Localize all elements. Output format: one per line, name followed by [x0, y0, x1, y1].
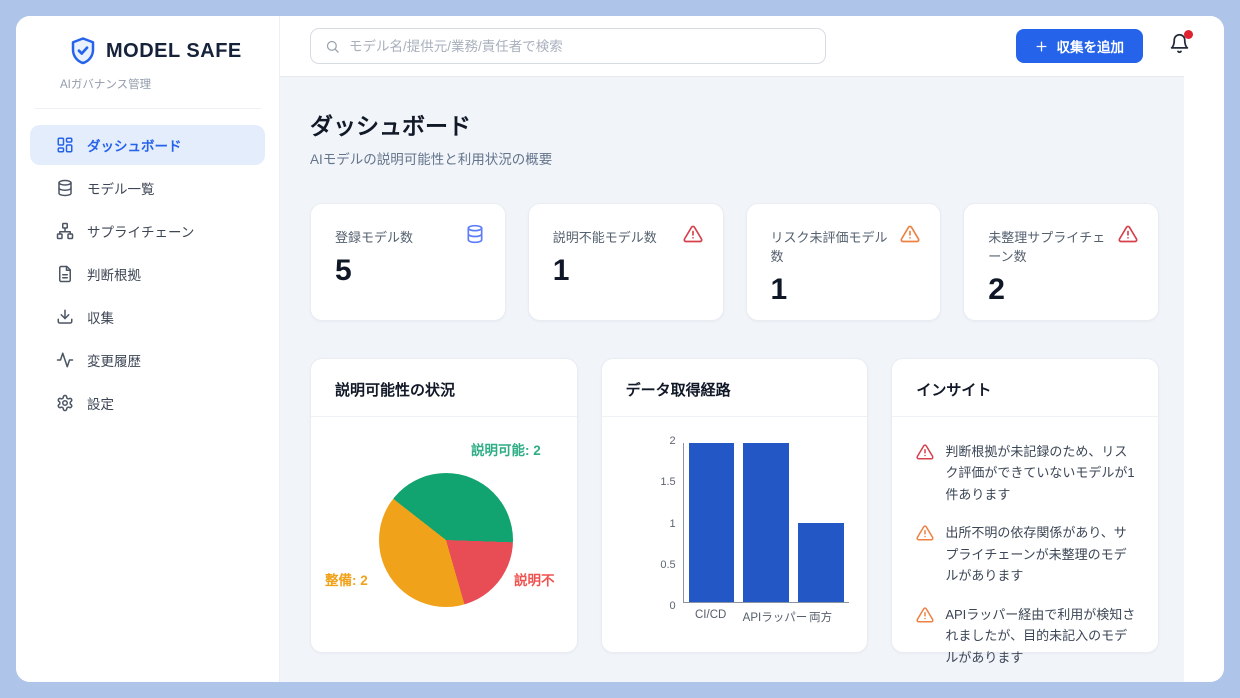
- stat-card-unorganized-supply-chains: 未整理サプライチェーン数 2: [963, 203, 1159, 321]
- insight-item: APIラッパー経由で利用が検知されましたが、目的未記入のモデルがあります: [916, 604, 1136, 668]
- desktop-background: MODEL SAFE AIガバナンス管理 ダッシュボード モデル一覧 サプライチ…: [0, 0, 1240, 698]
- shield-check-icon: [68, 36, 98, 66]
- charts-row: 説明可能性の状況 説明可能: 2 説明不 整備: 2 データ取得経路: [310, 358, 1159, 653]
- main-column: 収集を追加 ダッシュボード AIモデルの説明可能性と利用状況の概要 登録モデル数: [280, 16, 1224, 682]
- document-icon: [56, 265, 74, 283]
- search-input[interactable]: [349, 39, 811, 54]
- sidebar-item-dashboard[interactable]: ダッシュボード: [30, 125, 265, 165]
- sidebar-item-rationale[interactable]: 判断根拠: [30, 254, 265, 294]
- activity-icon: [56, 351, 74, 369]
- pie-chart: 説明可能: 2 説明不 整備: 2: [311, 417, 577, 652]
- page-subtitle: AIモデルの説明可能性と利用状況の概要: [310, 148, 1159, 168]
- bar: [743, 443, 789, 602]
- download-icon: [56, 308, 74, 326]
- card-title: インサイト: [916, 382, 991, 399]
- sidebar: MODEL SAFE AIガバナンス管理 ダッシュボード モデル一覧 サプライチ…: [16, 16, 280, 682]
- warning-icon: [916, 606, 934, 624]
- insight-item: 出所不明の依存関係があり、サプライチェーンが未整理のモデルがあります: [916, 522, 1136, 586]
- database-icon: [56, 179, 74, 197]
- network-icon: [56, 222, 74, 240]
- insight-list: 判断根拠が未記録のため、リスク評価ができていないモデルが1件あります 出所不明の…: [892, 417, 1158, 682]
- x-category-label: APIラッパー: [743, 609, 789, 625]
- stat-value: 2: [988, 273, 1138, 307]
- sidebar-nav: ダッシュボード モデル一覧 サプライチェーン 判断根拠 収集: [16, 109, 279, 423]
- insight-text: 出所不明の依存関係があり、サプライチェーンが未整理のモデルがあります: [945, 522, 1136, 586]
- y-tick-label: 1.5: [660, 476, 675, 488]
- stat-card-risk-unassessed-models: リスク未評価モデル数 1: [746, 203, 942, 321]
- stat-label: 説明不能モデル数: [553, 224, 657, 246]
- page-title: ダッシュボード: [310, 107, 1159, 141]
- pie-label-unexplainable: 説明不: [514, 569, 555, 589]
- data-acquisition-bar-card: データ取得経路 2 1.5 1 0.5 0 CI/CD APIラッパー両方: [601, 358, 869, 653]
- stat-label: リスク未評価モデル数: [771, 224, 901, 265]
- add-collection-label: 収集を追加: [1057, 36, 1125, 56]
- notification-dot: [1184, 30, 1193, 39]
- sidebar-item-label: ダッシュボード: [87, 135, 182, 155]
- bar-chart: 2 1.5 1 0.5 0 CI/CD APIラッパー両方: [602, 417, 868, 652]
- sidebar-item-label: 設定: [87, 393, 114, 413]
- stat-label: 未整理サプライチェーン数: [988, 224, 1118, 265]
- sidebar-header: MODEL SAFE AIガバナンス管理: [34, 16, 261, 109]
- stat-card-registered-models: 登録モデル数 5: [310, 203, 506, 321]
- sidebar-item-supply-chain[interactable]: サプライチェーン: [30, 211, 265, 251]
- card-title: 説明可能性の状況: [335, 382, 455, 399]
- sidebar-item-change-history[interactable]: 変更履歴: [30, 340, 265, 380]
- notification-bell[interactable]: [1169, 33, 1190, 59]
- x-category-label: 両方: [798, 609, 844, 625]
- x-axis-labels: CI/CD APIラッパー両方: [683, 609, 849, 625]
- sidebar-item-settings[interactable]: 設定: [30, 383, 265, 423]
- search-box: [310, 28, 826, 64]
- sidebar-item-label: サプライチェーン: [87, 221, 194, 241]
- stats-row: 登録モデル数 5 説明不能モデル数 1 リス: [310, 203, 1159, 321]
- pie-graphic: [379, 473, 513, 607]
- bar: [689, 443, 735, 602]
- app-subtitle: AIガバナンス管理: [60, 76, 261, 92]
- y-tick-label: 0: [670, 600, 676, 612]
- insights-card: インサイト 判断根拠が未記録のため、リスク評価ができていないモデルが1件あります…: [891, 358, 1159, 653]
- warning-icon: [916, 443, 934, 461]
- stat-label: 登録モデル数: [335, 224, 413, 246]
- stat-value: 1: [553, 254, 703, 288]
- insight-text: 判断根拠が未記録のため、リスク評価ができていないモデルが1件あります: [945, 441, 1136, 505]
- insight-item: 判断根拠が未記録のため、リスク評価ができていないモデルが1件あります: [916, 441, 1136, 505]
- warning-icon: [900, 224, 920, 244]
- app-window: MODEL SAFE AIガバナンス管理 ダッシュボード モデル一覧 サプライチ…: [16, 16, 1224, 682]
- y-tick-label: 0.5: [660, 559, 675, 571]
- y-tick-label: 1: [670, 518, 676, 530]
- search-icon: [325, 39, 340, 54]
- warning-icon: [1118, 224, 1138, 244]
- sidebar-item-label: モデル一覧: [87, 178, 155, 198]
- gear-icon: [56, 394, 74, 412]
- database-icon: [465, 224, 485, 244]
- pie-label-explainable: 説明可能: 2: [471, 439, 541, 459]
- stat-card-unexplainable-models: 説明不能モデル数 1: [528, 203, 724, 321]
- sidebar-item-models[interactable]: モデル一覧: [30, 168, 265, 208]
- card-title: データ取得経路: [626, 382, 731, 399]
- stat-value: 1: [771, 273, 921, 307]
- bar: [798, 523, 844, 603]
- insight-text: APIラッパー経由で利用が検知されましたが、目的未記入のモデルがあります: [945, 604, 1136, 668]
- warning-icon: [916, 524, 934, 542]
- explainability-pie-card: 説明可能性の状況 説明可能: 2 説明不 整備: 2: [310, 358, 578, 653]
- sidebar-item-collection[interactable]: 収集: [30, 297, 265, 337]
- x-category-label: CI/CD: [688, 609, 734, 625]
- pie-label-organized: 整備: 2: [325, 569, 368, 589]
- app-logo: MODEL SAFE: [68, 36, 261, 66]
- dashboard-content: ダッシュボード AIモデルの説明可能性と利用状況の概要 登録モデル数 5 説明不…: [280, 76, 1184, 682]
- top-bar: 収集を追加: [280, 16, 1224, 76]
- app-title: MODEL SAFE: [106, 40, 242, 63]
- y-tick-label: 2: [670, 435, 676, 447]
- plot-area: [683, 443, 849, 603]
- sidebar-item-label: 収集: [87, 307, 114, 327]
- plus-icon: [1035, 40, 1048, 53]
- sidebar-item-label: 判断根拠: [87, 264, 141, 284]
- stat-value: 5: [335, 254, 485, 288]
- add-collection-button[interactable]: 収集を追加: [1016, 29, 1144, 63]
- topbar-actions: 収集を追加: [1016, 29, 1199, 63]
- warning-icon: [683, 224, 703, 244]
- y-axis-ticks: 2 1.5 1 0.5 0: [630, 435, 676, 612]
- sidebar-item-label: 変更履歴: [87, 350, 141, 370]
- dashboard-icon: [56, 136, 74, 154]
